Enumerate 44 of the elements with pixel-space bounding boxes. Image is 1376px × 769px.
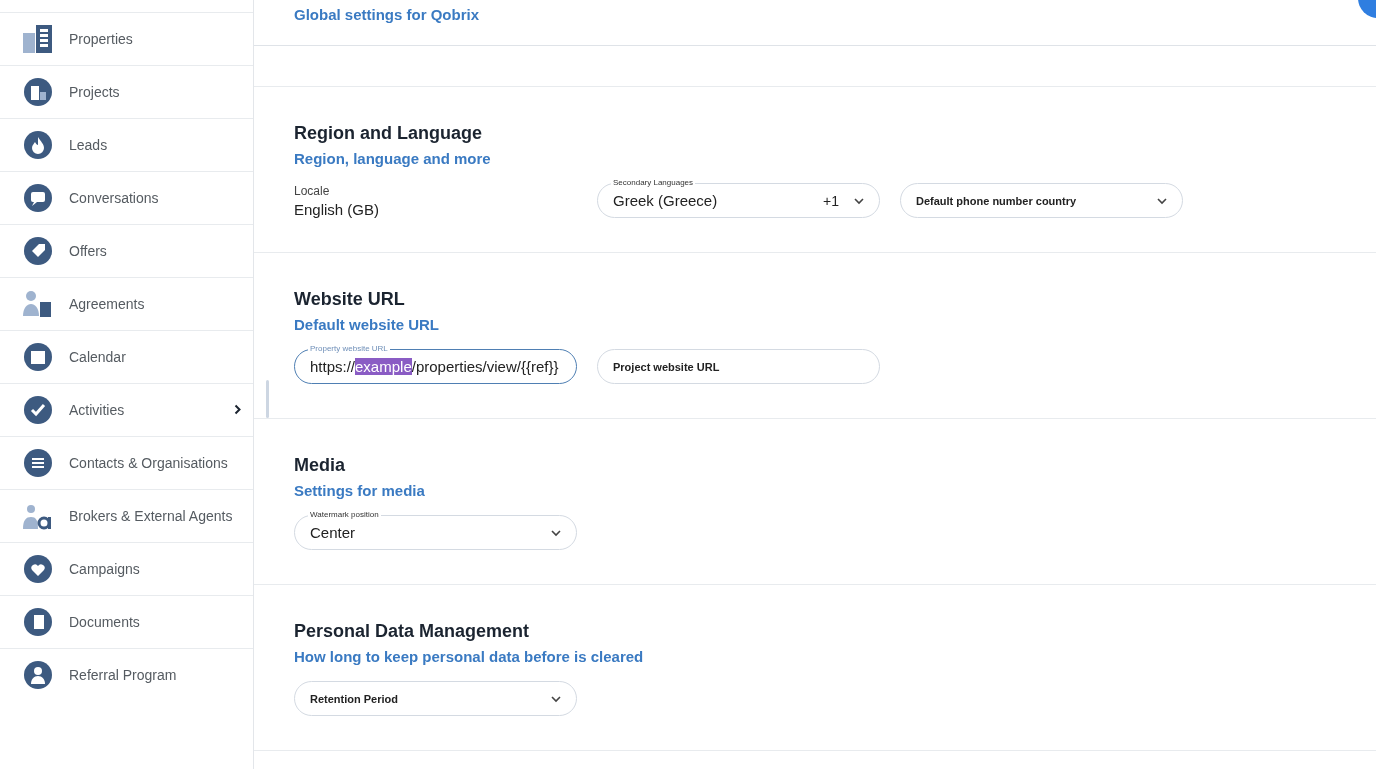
section-title: Personal Data Management (294, 621, 531, 642)
section-title: Region and Language (294, 123, 483, 144)
checkmark-icon (23, 395, 53, 425)
sidebar-item[interactable]: Campaigns (0, 542, 253, 595)
page-subtitle: Global settings for Qobrix (294, 6, 481, 23)
section-subtitle: Default website URL (294, 316, 441, 333)
buildings-icon (23, 77, 53, 107)
field-label: Watermark position (308, 510, 381, 520)
sidebar-item[interactable]: Projects (0, 65, 253, 118)
people-icon (23, 660, 53, 690)
chat-icon (23, 183, 53, 213)
chevron-down-icon (550, 528, 562, 537)
sidebar-item[interactable]: Offers (0, 224, 253, 277)
section-subtitle: Settings for media (294, 482, 426, 499)
chevron-down-icon (853, 196, 865, 205)
field-label: Secondary Languages (611, 178, 696, 188)
sidebar-item[interactable]: Properties (0, 12, 253, 65)
sidebar-item[interactable]: Documents (0, 595, 253, 648)
person-letter-icon (23, 502, 53, 530)
tag-icon (23, 236, 53, 266)
building-icon (23, 25, 53, 53)
sidebar-item[interactable]: Contacts & Organisations (0, 436, 253, 489)
sidebar-item[interactable]: Leads (0, 118, 253, 171)
section-title: Media (294, 455, 346, 476)
sidebar-item[interactable]: Conversations (0, 171, 253, 224)
sidebar-item[interactable]: Brokers & External Agents (0, 489, 253, 542)
section-subtitle: Region, language and more (294, 150, 492, 167)
person-document-icon (23, 290, 53, 318)
list-icon (23, 448, 53, 478)
section-title: Website URL (294, 289, 406, 310)
chevron-down-icon (1156, 196, 1168, 205)
sidebar-item[interactable]: Calendar (0, 330, 253, 383)
scrollbar[interactable] (266, 380, 269, 418)
sidebar-item[interactable]: Agreements (0, 277, 253, 330)
sidebar-item[interactable]: Activities (0, 383, 253, 436)
document-icon (23, 607, 53, 637)
section-subtitle: How long to keep personal data before is cleared (294, 648, 645, 665)
field-label: Locale (294, 183, 331, 198)
chevron-down-icon (550, 694, 562, 703)
field-value: English (GB) (294, 200, 381, 218)
flame-icon (23, 130, 53, 160)
sidebar-item[interactable]: Referral Program (0, 648, 253, 701)
field-label: Property website URL (308, 344, 390, 354)
calendar-icon (23, 342, 53, 372)
